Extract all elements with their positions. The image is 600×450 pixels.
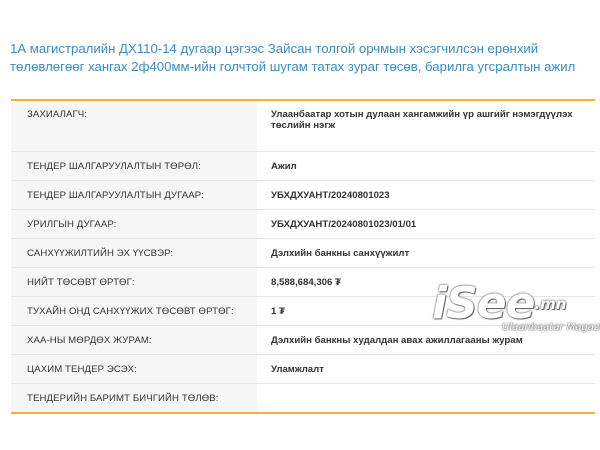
table-row: ХАА-НЫ МӨРДӨХ ЖУРАМ: Дэлхийн банкны худа… bbox=[11, 325, 595, 355]
row-value: Улаанбаатар хотын дулаан хангамжийн үр а… bbox=[257, 100, 595, 152]
table-row: ЦАХИМ ТЕНДЕР ЭСЭХ: Уламжлалт bbox=[11, 354, 595, 384]
table-row: САНХҮҮЖИЛТИЙН ЭХ ҮҮСВЭР: Дэлхийн банкны … bbox=[11, 238, 595, 268]
row-label: ХАА-НЫ МӨРДӨХ ЖУРАМ: bbox=[11, 325, 257, 355]
row-label: ЦАХИМ ТЕНДЕР ЭСЭХ: bbox=[11, 354, 257, 384]
row-value: УБХДХУАНТ/20240801023 bbox=[257, 180, 595, 210]
tender-details-table: ЗАХИАЛАГЧ: Улаанбаатар хотын дулаан ханг… bbox=[11, 99, 595, 414]
row-value: УБХДХУАНТ/20240801023/01/01 bbox=[257, 209, 595, 239]
row-label: УРИЛГЫН ДУГААР: bbox=[11, 209, 257, 239]
table-row: ЗАХИАЛАГЧ: Улаанбаатар хотын дулаан ханг… bbox=[11, 100, 595, 152]
row-value: Дэлхийн банкны санхүүжилт bbox=[257, 238, 595, 268]
table-row: ТЕНДЕР ШАЛГАРУУЛАЛТЫН ДУГААР: УБХДХУАНТ/… bbox=[11, 180, 595, 210]
row-value: Дэлхийн банкны худалдан авах ажиллагааны… bbox=[257, 325, 595, 355]
row-label: САНХҮҮЖИЛТИЙН ЭХ ҮҮСВЭР: bbox=[11, 238, 257, 268]
row-label: ТУХАЙН ОНД САНХҮҮЖИХ ТӨСӨВТ ӨРТӨГ: bbox=[11, 296, 257, 326]
row-value: 1 ₮ bbox=[257, 296, 595, 326]
table-row: ТУХАЙН ОНД САНХҮҮЖИХ ТӨСӨВТ ӨРТӨГ: 1 ₮ bbox=[11, 296, 595, 326]
table-row: ТЕНДЕРИЙН БАРИМТ БИЧГИЙН ТӨЛӨВ: bbox=[11, 383, 595, 414]
table-row: НИЙТ ТӨСӨВТ ӨРТӨГ: 8,588,684,306 ₮ bbox=[11, 267, 595, 297]
row-value: Ажил bbox=[257, 151, 595, 181]
table-row: ТЕНДЕР ШАЛГАРУУЛАЛТЫН ТӨРӨЛ: Ажил bbox=[11, 151, 595, 181]
row-label: ТЕНДЕР ШАЛГАРУУЛАЛТЫН ДУГААР: bbox=[11, 180, 257, 210]
row-label: НИЙТ ТӨСӨВТ ӨРТӨГ: bbox=[11, 267, 257, 297]
row-value: 8,588,684,306 ₮ bbox=[257, 267, 595, 297]
row-value: Уламжлалт bbox=[257, 354, 595, 384]
row-label: ТЕНДЕРИЙН БАРИМТ БИЧГИЙН ТӨЛӨВ: bbox=[11, 383, 257, 413]
row-label: ТЕНДЕР ШАЛГАРУУЛАЛТЫН ТӨРӨЛ: bbox=[11, 151, 257, 181]
table-row: УРИЛГЫН ДУГААР: УБХДХУАНТ/20240801023/01… bbox=[11, 209, 595, 239]
row-label: ЗАХИАЛАГЧ: bbox=[11, 100, 257, 152]
row-value bbox=[257, 384, 595, 414]
page-title: 1А магистралийн ДХ110-14 дугаар цэгээс З… bbox=[10, 41, 576, 74]
